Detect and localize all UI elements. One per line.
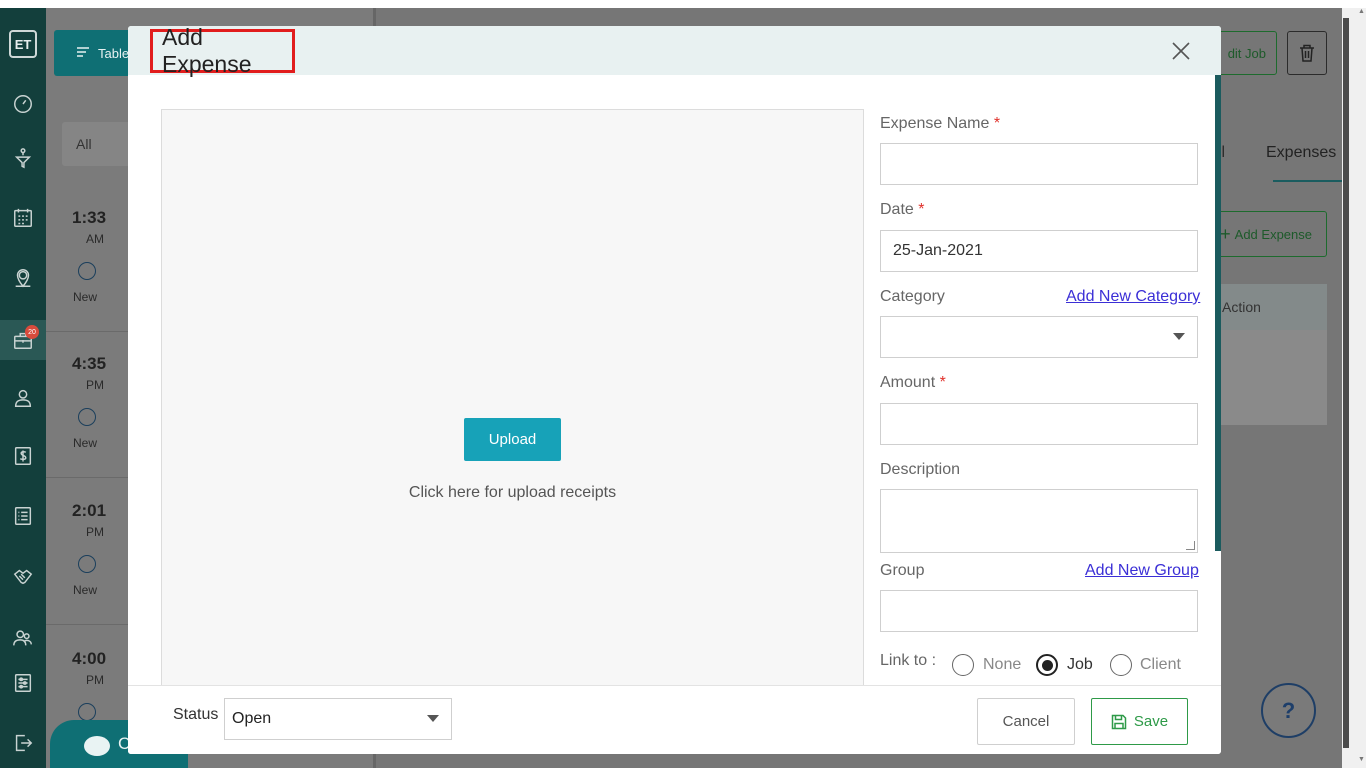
status-circle-icon bbox=[78, 262, 96, 280]
floppy-disk-icon bbox=[1111, 714, 1127, 729]
table-view-label: Table bbox=[98, 45, 130, 61]
receipt-upload-area[interactable]: Upload Click here for upload receipts bbox=[161, 109, 864, 711]
amount-label: Amount * bbox=[880, 374, 946, 392]
job-time: 4:00 bbox=[72, 649, 107, 668]
link-job-label: Job bbox=[1067, 656, 1093, 673]
trash-icon bbox=[1300, 44, 1314, 62]
chat-bubble-icon bbox=[84, 736, 110, 756]
group-input[interactable] bbox=[880, 590, 1198, 632]
job-list-item[interactable]: 1:33 AM New bbox=[46, 186, 128, 332]
scrollbar-thumb[interactable] bbox=[1343, 18, 1349, 748]
date-label: Date * bbox=[880, 201, 924, 219]
category-select[interactable] bbox=[880, 316, 1198, 358]
modal-scrollbar-thumb[interactable] bbox=[1215, 75, 1221, 551]
list-icon[interactable] bbox=[0, 496, 46, 536]
add-new-category-link[interactable]: Add New Category bbox=[1066, 288, 1200, 306]
settings-sliders-icon[interactable] bbox=[0, 663, 46, 703]
job-time: 2:01 bbox=[72, 501, 107, 520]
job-ampm: PM bbox=[86, 673, 104, 687]
upload-button[interactable]: Upload bbox=[464, 418, 561, 461]
link-client-radio[interactable] bbox=[1110, 654, 1132, 676]
status-circle-icon bbox=[78, 555, 96, 573]
group-label: Group bbox=[880, 562, 925, 579]
tab-expenses[interactable]: Expenses bbox=[1266, 144, 1336, 162]
top-strip bbox=[0, 0, 1366, 8]
add-expense-label: Add Expense bbox=[1234, 226, 1312, 242]
page-scrollbar[interactable]: ▲ ▼ bbox=[1342, 8, 1366, 768]
add-expense-modal: Add Expense Upload Click here for upload… bbox=[128, 26, 1221, 754]
user-icon[interactable] bbox=[0, 378, 46, 418]
plus-icon: + bbox=[1220, 224, 1231, 244]
calendar-icon[interactable] bbox=[0, 198, 46, 238]
job-ampm: PM bbox=[86, 378, 104, 392]
link-to-label: Link to : bbox=[880, 652, 937, 669]
logout-icon[interactable] bbox=[0, 723, 46, 763]
modal-title: Add Expense bbox=[150, 26, 295, 77]
close-icon[interactable] bbox=[1168, 38, 1194, 64]
cancel-button[interactable]: Cancel bbox=[977, 698, 1075, 745]
add-expense-button[interactable]: + Add Expense bbox=[1210, 211, 1327, 257]
status-circle-icon bbox=[78, 703, 96, 721]
funnel-icon[interactable] bbox=[0, 138, 46, 178]
active-tab-indicator bbox=[1273, 180, 1343, 182]
status-label: Status bbox=[173, 706, 219, 723]
status-select[interactable]: Open bbox=[224, 698, 452, 740]
action-column-header: Action bbox=[1210, 284, 1327, 330]
link-none-radio[interactable] bbox=[952, 654, 974, 676]
expense-name-input[interactable] bbox=[880, 143, 1198, 185]
notification-badge: 20 bbox=[25, 325, 39, 339]
required-mark: * bbox=[939, 374, 946, 391]
team-icon[interactable] bbox=[0, 618, 46, 658]
description-label: Description bbox=[880, 461, 961, 478]
job-time: 4:35 bbox=[72, 354, 107, 373]
link-client-label: Client bbox=[1140, 656, 1181, 673]
job-status: New bbox=[73, 290, 98, 304]
handshake-icon[interactable] bbox=[0, 556, 46, 596]
help-button[interactable]: ? bbox=[1261, 683, 1316, 738]
amount-label-text: Amount bbox=[880, 374, 936, 391]
expense-name-label-text: Expense Name bbox=[880, 115, 990, 132]
category-label: Category bbox=[880, 288, 945, 305]
chevron-down-icon bbox=[427, 715, 439, 722]
required-mark: * bbox=[918, 201, 925, 218]
job-time: 1:33 bbox=[72, 208, 107, 227]
expenses-table-body bbox=[1210, 330, 1327, 425]
status-circle-icon bbox=[78, 408, 96, 426]
modal-footer: Status Open Cancel Save bbox=[128, 685, 1221, 754]
app-logo: ET bbox=[9, 30, 37, 58]
modal-header: Add Expense bbox=[128, 26, 1221, 77]
map-pin-icon[interactable] bbox=[0, 258, 46, 298]
chevron-down-icon bbox=[1173, 333, 1185, 340]
filter-all[interactable]: All bbox=[76, 136, 92, 152]
description-textarea[interactable] bbox=[880, 489, 1198, 553]
scroll-down-arrow-icon[interactable]: ▼ bbox=[1358, 756, 1365, 763]
upload-hint: Click here for upload receipts bbox=[408, 484, 617, 501]
job-ampm: PM bbox=[86, 525, 104, 539]
job-status: New bbox=[73, 436, 98, 450]
save-label: Save bbox=[1133, 713, 1169, 730]
job-status: New bbox=[73, 583, 98, 597]
job-ampm: AM bbox=[86, 232, 104, 246]
link-job-radio[interactable] bbox=[1036, 654, 1058, 676]
job-list-item[interactable]: 4:35 PM New bbox=[46, 332, 128, 478]
link-none-label: None bbox=[983, 656, 1022, 673]
resize-handle-icon[interactable] bbox=[1186, 541, 1195, 550]
amount-input[interactable] bbox=[880, 403, 1198, 445]
required-mark: * bbox=[993, 115, 1001, 132]
delete-button[interactable] bbox=[1287, 31, 1327, 75]
add-new-group-link[interactable]: Add New Group bbox=[1085, 562, 1199, 580]
dollar-icon[interactable] bbox=[0, 436, 46, 476]
expense-name-label: Expense Name * bbox=[880, 115, 1000, 133]
job-list-item[interactable]: 2:01 PM New bbox=[46, 479, 128, 625]
sidebar-nav: ET 20 bbox=[0, 8, 46, 768]
status-value: Open bbox=[232, 710, 272, 727]
save-button[interactable]: Save bbox=[1091, 698, 1188, 745]
filter-lines-icon bbox=[76, 46, 90, 61]
date-input[interactable]: 25-Jan-2021 bbox=[880, 230, 1198, 272]
dashboard-icon[interactable] bbox=[0, 84, 46, 124]
date-label-text: Date bbox=[880, 201, 914, 218]
scroll-up-arrow-icon[interactable]: ▲ bbox=[1358, 8, 1365, 15]
briefcase-icon[interactable]: 20 bbox=[0, 320, 46, 360]
